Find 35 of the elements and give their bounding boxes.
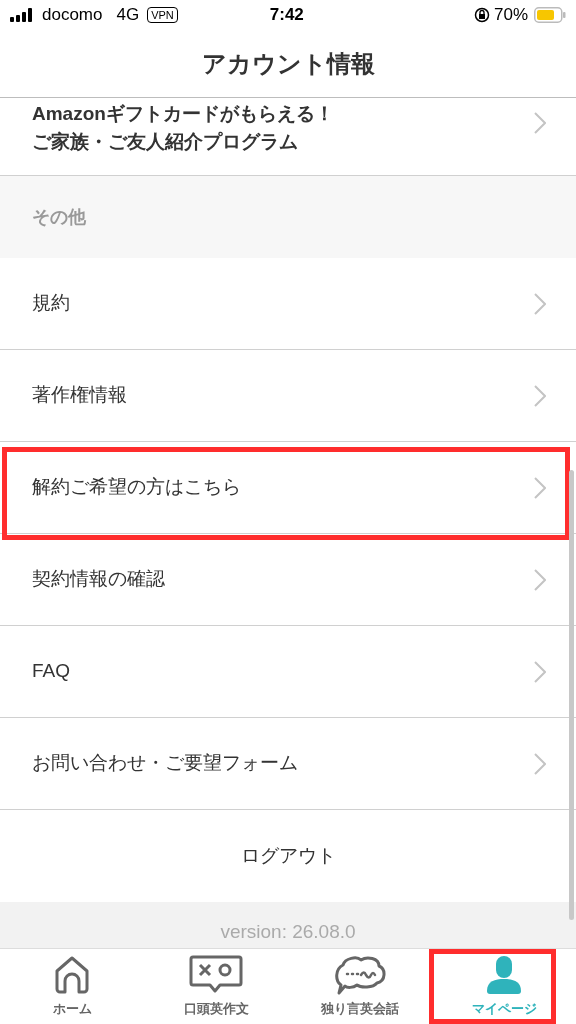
menu-label: 契約情報の確認 [32, 567, 166, 592]
menu-label: 規約 [32, 291, 71, 316]
tab[interactable]: 独り言英会話 [288, 949, 432, 1024]
tab[interactable]: 口頭英作文 [144, 949, 288, 1024]
chevron-right-icon [534, 112, 546, 134]
menu-label: お問い合わせ・ご要望フォーム [32, 751, 299, 776]
section-heading: その他 [32, 205, 86, 229]
referral-text: Amazonギフトカードがもらえる！ [32, 102, 335, 126]
referral-text: ご家族・ご友人紹介プログラム [32, 130, 299, 154]
menu-row[interactable]: 規約 [0, 258, 576, 350]
chevron-right-icon [534, 660, 546, 683]
chat-bubble-icon [333, 954, 387, 995]
chevron-right-icon [534, 752, 546, 775]
clock: 7:42 [269, 4, 304, 27]
chevron-right-icon [534, 476, 546, 499]
chevron-right-icon [534, 292, 546, 315]
person-icon [485, 954, 523, 995]
chevron-right-icon [534, 568, 546, 591]
chevron-right-icon [534, 384, 546, 407]
network-type: 4G [116, 4, 140, 27]
battery-icon [534, 7, 566, 23]
speech-card-icon [189, 954, 243, 995]
carrier-name: docomo [42, 4, 103, 27]
version-text: version: 26.08.0 [220, 919, 356, 944]
rotation-lock-icon [473, 7, 490, 23]
tab[interactable]: ホーム [0, 949, 144, 1024]
menu-row[interactable]: 著作権情報 [0, 350, 576, 442]
home-icon [53, 954, 91, 995]
logout-button[interactable]: ログアウト [0, 810, 576, 902]
menu-label: 解約ご希望の方はこちら [32, 475, 242, 500]
menu-label: FAQ [32, 659, 71, 684]
battery-percent: 70% [493, 4, 528, 27]
vpn-badge: VPN [147, 7, 178, 23]
page-title: アカウント情報 [201, 48, 375, 79]
menu-label: 著作権情報 [32, 383, 128, 408]
